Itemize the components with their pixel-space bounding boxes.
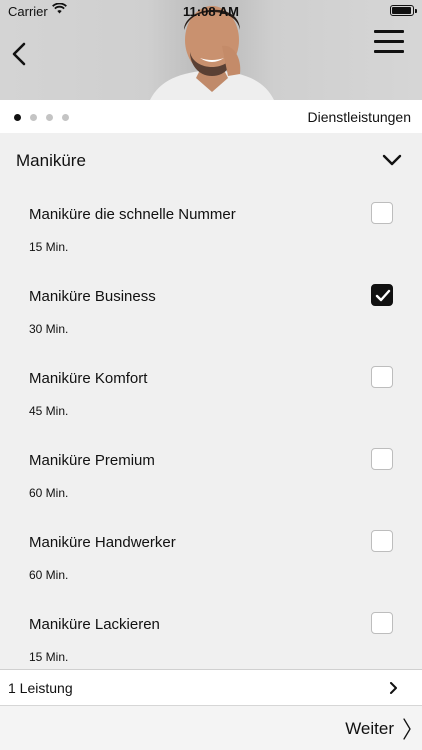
hamburger-menu-icon bbox=[374, 30, 404, 33]
page-dot bbox=[46, 114, 53, 121]
service-item[interactable]: Maniküre Komfort 45 Min. bbox=[0, 351, 422, 433]
selection-summary[interactable]: 1 Leistung bbox=[0, 669, 422, 705]
service-duration: 15 Min. bbox=[29, 650, 69, 664]
status-bar: Carrier 11:08 AM bbox=[0, 0, 422, 22]
page-indicator bbox=[14, 114, 69, 121]
service-item[interactable]: Maniküre Premium 60 Min. bbox=[0, 433, 422, 515]
next-label: Weiter bbox=[345, 719, 394, 738]
chevron-left-icon bbox=[12, 42, 26, 66]
checkmark-icon bbox=[375, 289, 391, 302]
service-item[interactable]: Maniküre Lackieren 15 Min. bbox=[0, 597, 422, 679]
service-duration: 60 Min. bbox=[29, 486, 69, 500]
service-duration: 15 Min. bbox=[29, 240, 69, 254]
selection-count: 1 Leistung bbox=[8, 680, 73, 696]
page-dot bbox=[30, 114, 37, 121]
step-title: Dienstleistungen bbox=[307, 109, 411, 125]
service-name: Maniküre Lackieren bbox=[29, 616, 160, 633]
footer-bar: Weiter bbox=[0, 705, 422, 750]
service-checkbox[interactable] bbox=[371, 284, 393, 306]
service-checkbox[interactable] bbox=[371, 530, 393, 552]
service-duration: 30 Min. bbox=[29, 322, 69, 336]
chevron-down-icon bbox=[382, 154, 402, 166]
service-name: Maniküre Handwerker bbox=[29, 534, 176, 551]
service-item[interactable]: Maniküre die schnelle Nummer 15 Min. bbox=[0, 187, 422, 269]
service-item[interactable]: Maniküre Business 30 Min. bbox=[0, 269, 422, 351]
next-button[interactable]: Weiter bbox=[345, 714, 412, 744]
battery-icon bbox=[390, 5, 417, 16]
status-time: 11:08 AM bbox=[183, 4, 239, 19]
service-name: Maniküre Business bbox=[29, 288, 156, 305]
service-checkbox[interactable] bbox=[371, 366, 393, 388]
service-list: Maniküre die schnelle Nummer 15 Min. Man… bbox=[0, 187, 422, 679]
page-dot bbox=[14, 114, 21, 121]
step-pager: Dienstleistungen bbox=[0, 100, 422, 133]
back-button[interactable] bbox=[6, 38, 36, 70]
service-checkbox[interactable] bbox=[371, 448, 393, 470]
service-duration: 45 Min. bbox=[29, 404, 69, 418]
service-name: Maniküre Premium bbox=[29, 452, 155, 469]
service-name: Maniküre Komfort bbox=[29, 370, 148, 387]
service-name: Maniküre die schnelle Nummer bbox=[29, 206, 236, 223]
page-dot bbox=[62, 114, 69, 121]
category-header[interactable]: Maniküre bbox=[0, 133, 422, 187]
menu-button[interactable] bbox=[374, 30, 404, 56]
service-duration: 60 Min. bbox=[29, 568, 69, 582]
service-checkbox[interactable] bbox=[371, 202, 393, 224]
chevron-right-thin-icon bbox=[403, 718, 411, 740]
service-checkbox[interactable] bbox=[371, 612, 393, 634]
chevron-right-icon bbox=[390, 682, 397, 694]
service-item[interactable]: Maniküre Handwerker 60 Min. bbox=[0, 515, 422, 597]
category-title: Maniküre bbox=[16, 151, 86, 170]
